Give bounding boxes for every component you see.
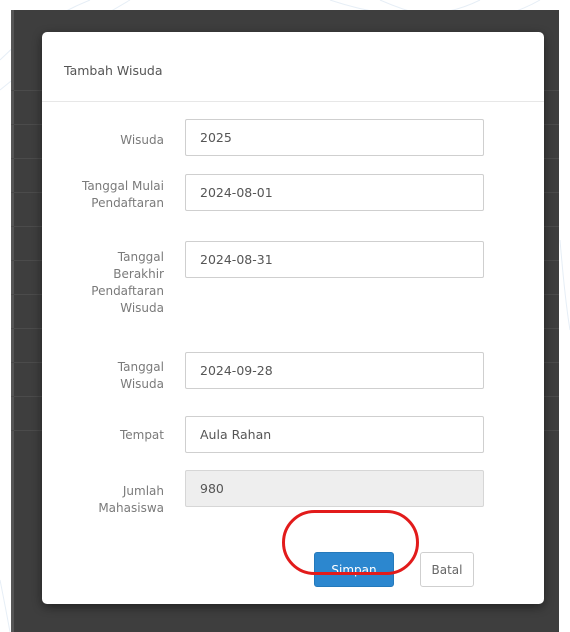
end-date-input[interactable] [185, 241, 484, 278]
graduation-date-label: Tanggal Wisuda [117, 360, 164, 391]
save-button[interactable]: Simpan [314, 552, 394, 587]
student-count-label: Jumlah Mahasiswa [98, 484, 164, 515]
end-date-label: Tanggal Berakhir Pendaftaran Wisuda [91, 250, 164, 315]
background-table-edge [11, 10, 14, 632]
cancel-button[interactable]: Batal [420, 552, 474, 587]
student-count-input [185, 470, 484, 507]
add-graduation-modal: Tambah Wisuda Wisuda Tanggal Mulai Penda… [42, 32, 544, 604]
graduation-date-input[interactable] [185, 352, 484, 389]
wisuda-input[interactable] [185, 119, 484, 156]
wisuda-label: Wisuda [120, 133, 164, 147]
modal-header: Tambah Wisuda [42, 32, 544, 102]
modal-title: Tambah Wisuda [64, 63, 163, 78]
start-date-input[interactable] [185, 174, 484, 211]
venue-input[interactable] [185, 416, 484, 453]
venue-label: Tempat [119, 428, 164, 442]
start-date-label: Tanggal Mulai Pendaftaran [81, 179, 164, 210]
